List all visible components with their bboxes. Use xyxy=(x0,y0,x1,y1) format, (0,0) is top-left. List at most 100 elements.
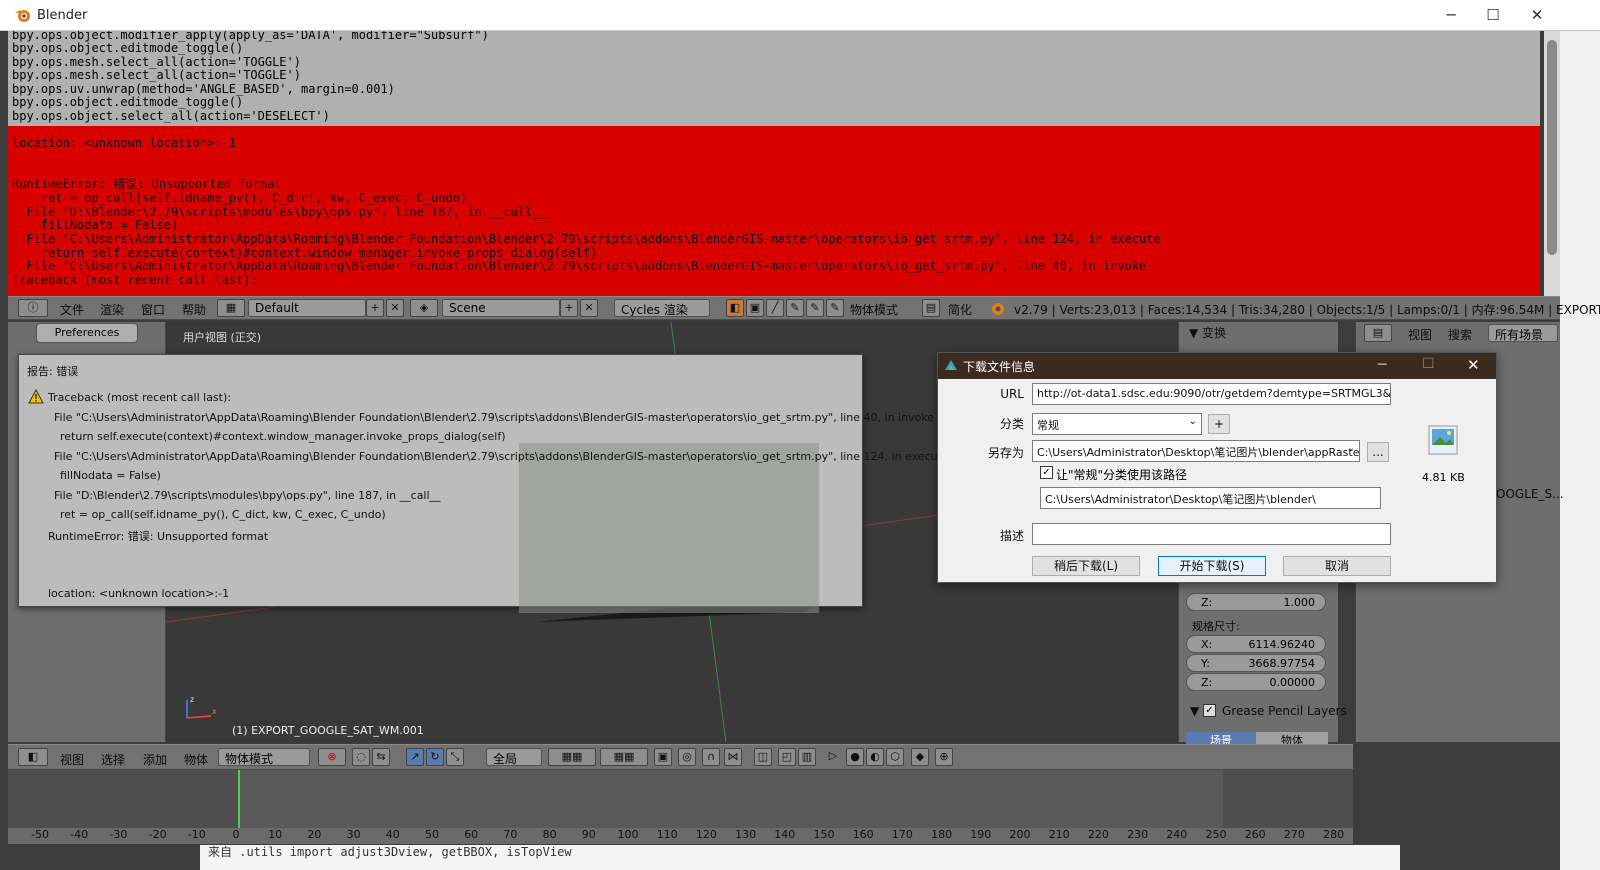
timeline-tick: 190 xyxy=(970,828,992,841)
pivot-icon[interactable]: ◌ xyxy=(352,748,370,766)
console-error-line: ret = op_call(self.idname_py(), C_dict, … xyxy=(12,191,468,205)
timeline-tick: 200 xyxy=(1009,828,1031,841)
close-button[interactable]: ✕ xyxy=(1522,6,1552,26)
category-select[interactable]: 常规 ⌄ xyxy=(1032,413,1202,435)
manipulator-icon[interactable]: ⇆ xyxy=(372,748,390,766)
orientation-select[interactable]: 全局 xyxy=(486,748,542,766)
mode-select[interactable]: 物体模式 xyxy=(218,748,310,766)
timeline[interactable] xyxy=(8,770,1353,830)
outliner-view-menu[interactable]: 视图 xyxy=(1408,326,1432,343)
outliner-search-menu[interactable]: 搜索 xyxy=(1448,326,1472,343)
brush-icon[interactable]: ╱ xyxy=(766,299,784,317)
menu-window[interactable]: 窗口 xyxy=(141,301,165,318)
wire-shading-icon[interactable]: ⬡ xyxy=(886,748,904,766)
snap-target-icon[interactable]: ⋈ xyxy=(724,748,742,766)
tab-scene[interactable]: 场景 xyxy=(1186,732,1256,744)
menu-add[interactable]: 添加 xyxy=(143,751,167,768)
dialog-maximize-button[interactable]: ☐ xyxy=(1422,356,1435,372)
description-field[interactable] xyxy=(1032,523,1391,545)
layout-icon[interactable]: ▦ xyxy=(217,299,245,317)
layers2-icon[interactable]: ▦▦ xyxy=(600,748,648,766)
play-icon[interactable]: ▷ xyxy=(824,748,842,766)
menu-view[interactable]: 视图 xyxy=(60,751,84,768)
layout-add-icon[interactable]: + xyxy=(366,299,384,317)
console-line: bpy.ops.object.select_all(action='DESELE… xyxy=(12,109,330,123)
material-shading-icon[interactable]: ◐ xyxy=(866,748,884,766)
pencil-icon[interactable]: ✎ xyxy=(786,299,804,317)
menu-file[interactable]: 文件 xyxy=(60,301,84,318)
render-icon[interactable]: ◫ xyxy=(754,748,772,766)
default-path-field[interactable]: C:\Users\Administrator\Desktop\笔记图片\blen… xyxy=(1040,487,1381,509)
grease-pencil-chevron-icon[interactable]: ▼ xyxy=(1190,704,1199,718)
info-editor-type-icon[interactable]: ⓘ xyxy=(18,299,48,317)
overlay-icon[interactable]: ◆ xyxy=(911,748,929,766)
outliner-object-name[interactable]: OOGLE_S... xyxy=(1496,487,1564,501)
solid-shading-icon[interactable]: ● xyxy=(846,748,864,766)
preferences-button[interactable]: Preferences xyxy=(36,323,138,343)
outliner-editor-icon[interactable]: ▤ xyxy=(1364,324,1392,342)
layers-icon[interactable]: ▦▦ xyxy=(548,748,596,766)
maximize-button[interactable]: ☐ xyxy=(1478,6,1508,26)
rotate-icon[interactable]: ↻ xyxy=(426,748,444,766)
start-download-button[interactable]: 开始下载(S) xyxy=(1158,556,1266,576)
layout-remove-icon[interactable]: ✕ xyxy=(386,299,404,317)
dimension-z-field[interactable]: Z: 0.00000 xyxy=(1186,673,1326,691)
menu-object[interactable]: 物体 xyxy=(184,751,208,768)
dialog-close-button[interactable]: ✕ xyxy=(1467,356,1480,374)
transform-header[interactable]: ▼ 变换 xyxy=(1189,324,1226,341)
scene-field[interactable]: Scene xyxy=(442,299,560,317)
browse-button[interactable]: ... xyxy=(1367,442,1389,462)
menu-help[interactable]: 帮助 xyxy=(182,301,206,318)
saveas-field[interactable]: C:\Users\Administrator\Desktop\笔记图片\blen… xyxy=(1032,440,1360,462)
scene-icon[interactable]: ◈ xyxy=(410,299,438,317)
download-later-button[interactable]: 稍后下载(L) xyxy=(1032,556,1140,576)
url-field[interactable]: http://ot-data1.sdsc.edu:9090/otr/getdem… xyxy=(1032,383,1391,405)
cancel-button[interactable]: 取消 xyxy=(1283,556,1391,576)
lock-icon[interactable]: ▣ xyxy=(654,748,672,766)
layout-field[interactable]: Default xyxy=(248,299,366,317)
film-icon[interactable]: ▥ xyxy=(798,748,816,766)
timeline-tick: 90 xyxy=(581,828,596,841)
scene-remove-icon[interactable]: ✕ xyxy=(580,299,598,317)
translate-icon[interactable]: ↗ xyxy=(406,748,424,766)
viewport-editor-icon[interactable]: ◧ xyxy=(18,748,48,766)
blender-logo-icon xyxy=(992,303,1004,315)
scale-z-field[interactable]: Z: 1.000 xyxy=(1186,593,1326,611)
error-line: return self.execute(context)#context.win… xyxy=(60,430,506,443)
timeline-tick: 40 xyxy=(385,828,400,841)
grease-pencil-checkbox[interactable]: ✓ xyxy=(1203,704,1216,717)
shading-icon[interactable]: ⊗ xyxy=(318,748,346,766)
satellite-image-preview xyxy=(519,443,819,613)
timeline-tick: 140 xyxy=(774,828,796,841)
use-path-checkbox[interactable]: ✓ xyxy=(1040,466,1053,479)
render-layer-icon[interactable]: ◧ xyxy=(726,299,744,317)
sculpt-icon[interactable]: ✎ xyxy=(806,299,824,317)
paint-icon[interactable]: ✎ xyxy=(826,299,844,317)
dialog-minimize-button[interactable]: ─ xyxy=(1378,357,1386,373)
simplify-icon[interactable]: ▤ xyxy=(922,299,940,317)
dimension-y-field[interactable]: Y: 3668.97754 xyxy=(1186,654,1326,672)
scene-add-icon[interactable]: + xyxy=(560,299,578,317)
timeline-tick: 270 xyxy=(1283,828,1305,841)
timeline-playhead[interactable] xyxy=(238,770,240,830)
globe-icon[interactable]: ⊕ xyxy=(935,748,953,766)
timeline-tick: -10 xyxy=(187,828,206,841)
tab-object[interactable]: 物体 xyxy=(1256,732,1328,744)
menu-render[interactable]: 渲染 xyxy=(100,301,124,318)
console-error-line: return self.execute(context)#context.win… xyxy=(12,246,598,260)
menu-select[interactable]: 选择 xyxy=(101,751,125,768)
render-engine-select[interactable]: Cycles 渲染 xyxy=(614,299,710,317)
camera-icon[interactable]: ◰ xyxy=(778,748,796,766)
texture-icon[interactable]: ▣ xyxy=(746,299,764,317)
minimize-button[interactable]: ─ xyxy=(1436,6,1466,26)
proportional-icon[interactable]: ◎ xyxy=(678,748,696,766)
image-file-icon xyxy=(1428,425,1458,455)
add-category-button[interactable]: + xyxy=(1208,414,1230,434)
snap-icon[interactable]: ∩ xyxy=(702,748,720,766)
scale-icon[interactable]: ⤡ xyxy=(446,748,464,766)
console-scrollbar-thumb[interactable] xyxy=(1547,40,1557,255)
error-line: File "C:\Users\Administrator\AppData\Roa… xyxy=(54,450,949,463)
outliner-scenes-select[interactable]: 所有场景 xyxy=(1488,324,1558,342)
dimension-x-field[interactable]: X: 6114.96240 xyxy=(1186,635,1326,653)
simplify-label[interactable]: 简化 xyxy=(948,301,972,318)
